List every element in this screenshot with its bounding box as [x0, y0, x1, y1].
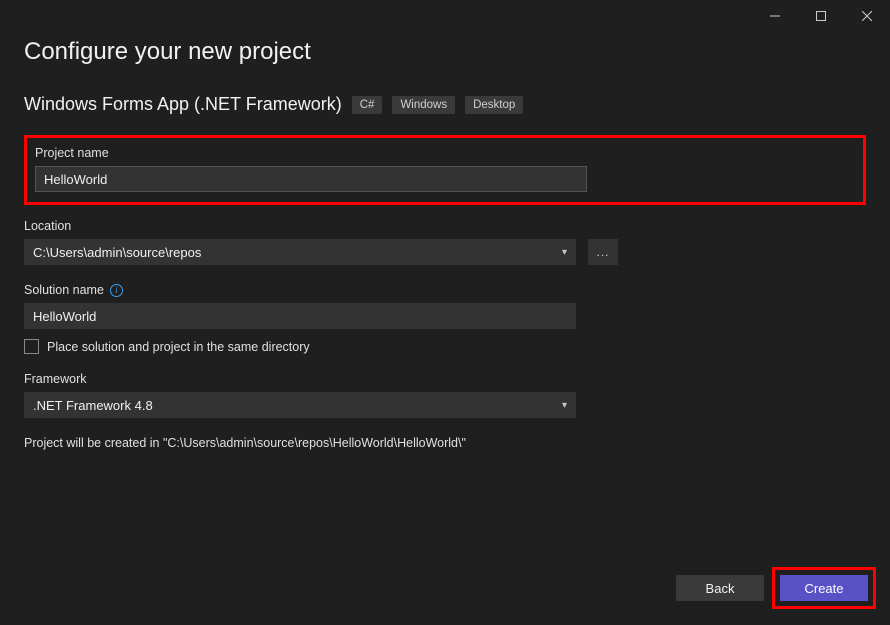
chevron-down-icon: ▾ [562, 247, 567, 258]
location-value: C:\Users\admin\source\repos [33, 245, 201, 260]
dialog-content: Configure your new project Windows Forms… [0, 32, 890, 474]
location-dropdown[interactable]: C:\Users\admin\source\repos ▾ [24, 239, 576, 265]
create-button[interactable]: Create [780, 575, 868, 601]
dialog-footer: Back Create [676, 567, 876, 609]
same-directory-label: Place solution and project in the same d… [47, 340, 310, 354]
page-title: Configure your new project [24, 38, 866, 66]
template-name: Windows Forms App (.NET Framework) [24, 94, 342, 115]
minimize-button[interactable] [752, 0, 798, 32]
project-name-label: Project name [35, 146, 855, 160]
framework-group: Framework .NET Framework 4.8 ▾ [24, 372, 866, 418]
project-name-input[interactable] [35, 166, 587, 192]
solution-name-label-text: Solution name [24, 283, 104, 297]
same-directory-checkbox[interactable] [24, 339, 39, 354]
creation-summary: Project will be created in "C:\Users\adm… [24, 436, 866, 450]
framework-value: .NET Framework 4.8 [33, 398, 153, 413]
location-group: Location C:\Users\admin\source\repos ▾ .… [24, 219, 866, 265]
maximize-button[interactable] [798, 0, 844, 32]
template-row: Windows Forms App (.NET Framework) C# Wi… [24, 94, 866, 115]
info-icon[interactable]: i [110, 284, 123, 297]
chevron-down-icon: ▾ [562, 400, 567, 411]
close-button[interactable] [844, 0, 890, 32]
template-tag: Desktop [465, 96, 523, 114]
framework-dropdown[interactable]: .NET Framework 4.8 ▾ [24, 392, 576, 418]
solution-name-group: Solution name i Place solution and proje… [24, 283, 866, 354]
template-tag: C# [352, 96, 383, 114]
titlebar [0, 0, 890, 32]
browse-button[interactable]: ... [588, 239, 618, 265]
back-button[interactable]: Back [676, 575, 764, 601]
location-label: Location [24, 219, 866, 233]
framework-label: Framework [24, 372, 866, 386]
project-name-group: Project name [35, 146, 855, 192]
create-button-highlight: Create [772, 567, 876, 609]
solution-name-label: Solution name i [24, 283, 866, 297]
project-name-highlight: Project name [24, 135, 866, 205]
template-tag: Windows [392, 96, 455, 114]
solution-name-input[interactable] [24, 303, 576, 329]
